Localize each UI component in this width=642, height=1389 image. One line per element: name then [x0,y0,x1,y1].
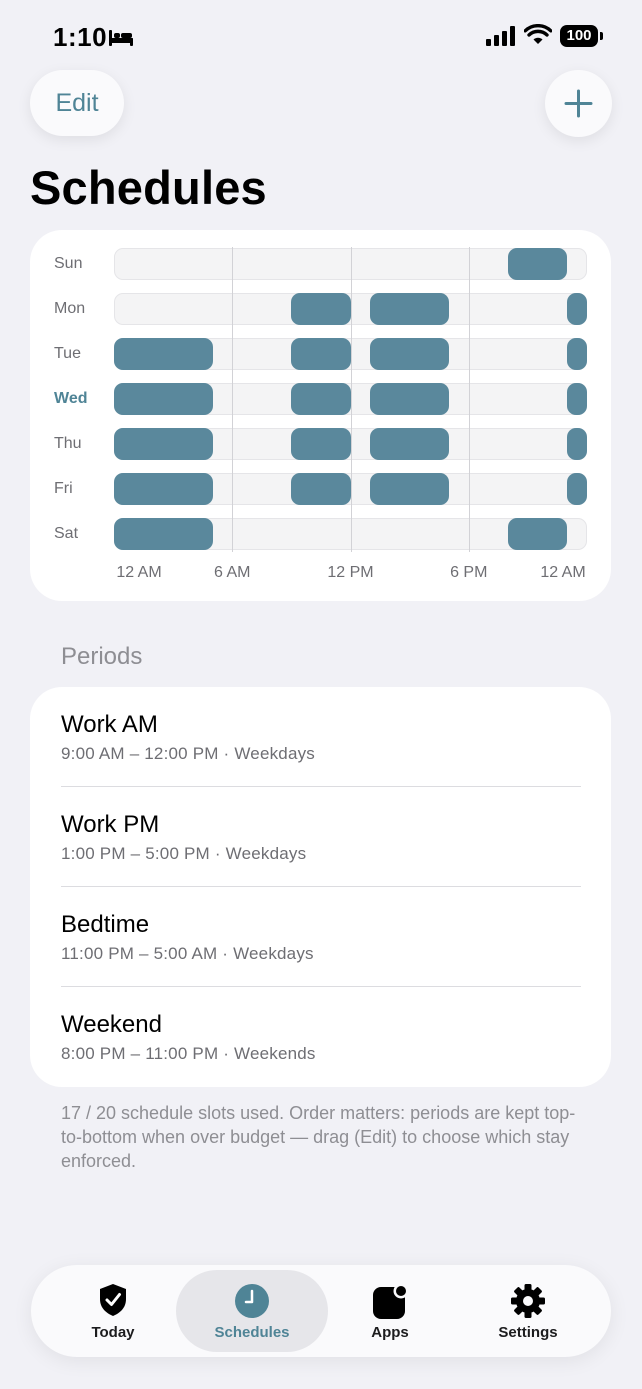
tab-apps[interactable]: Apps [320,1265,460,1357]
period-detail: 11:00 PM – 5:00 AM · Weekdays [61,944,314,963]
periods-section-title: Periods [61,643,143,670]
edit-button[interactable]: Edit [30,70,124,136]
weekly-schedule-chart: Sun Mon Tue Wed Thu Fri Sat 12 AM 6 AM 12 PM 6 PM 1… [30,230,611,601]
wifi-icon [524,24,552,44]
period-name: Work AM [61,711,158,738]
schedule-block [114,383,213,415]
battery-tip [600,32,603,40]
gridline [232,247,234,552]
schedule-block [114,518,213,550]
cellular-signal-icon [486,26,515,46]
tab-label: Apps [371,1324,409,1341]
plus-icon [564,89,593,118]
tab-schedules[interactable]: Schedules [176,1270,328,1352]
schedule-block [114,428,213,460]
schedule-block [291,293,351,325]
status-time: 1:10 [53,22,108,52]
tab-label: Today [91,1324,135,1341]
schedule-block [114,338,213,370]
add-schedule-button[interactable] [545,70,612,137]
clock-icon [235,1284,269,1318]
tab-settings[interactable]: Settings [458,1265,598,1357]
shield-check-icon [100,1284,126,1316]
schedule-block [370,428,450,460]
schedule-block [370,293,450,325]
tab-label: Settings [498,1324,558,1341]
tab-bar: Today Schedules Apps Settings [31,1265,611,1357]
day-label-sat: Sat [54,525,79,542]
tab-today[interactable]: Today [43,1265,183,1357]
schedule-block [291,338,351,370]
schedule-block [567,293,587,325]
schedule-block [370,383,450,415]
period-row-work-am[interactable]: Work AM 9:00 AM – 12:00 PM · Weekdays [30,687,611,787]
page-title: Schedules [30,161,267,214]
schedule-block [291,383,351,415]
period-detail: 9:00 AM – 12:00 PM · Weekdays [61,744,316,763]
schedule-block [508,248,568,280]
schedule-block [291,473,351,505]
day-label-thu: Thu [54,435,82,452]
period-row-bedtime[interactable]: Bedtime 11:00 PM – 5:00 AM · Weekdays [30,887,611,987]
schedule-block [370,473,450,505]
periods-list: Work AM 9:00 AM – 12:00 PM · Weekdays Wo… [30,687,611,1087]
schedule-block [370,338,450,370]
day-label-fri: Fri [54,480,73,497]
period-detail: 8:00 PM – 11:00 PM · Weekends [61,1044,316,1063]
schedule-block [567,473,587,505]
gear-icon [511,1284,545,1318]
schedule-block [567,338,587,370]
schedule-block [291,428,351,460]
day-label-tue: Tue [54,345,81,362]
status-bar: 1:10 100 [0,0,642,72]
day-label-mon: Mon [54,300,86,317]
day-label-wed: Wed [54,390,88,407]
schedule-block [508,518,568,550]
app-badge-icon [373,1283,409,1319]
schedule-block [567,428,587,460]
schedule-block [567,383,587,415]
period-name: Weekend [61,1011,162,1038]
period-name: Bedtime [61,911,150,938]
gridline [468,247,470,552]
schedule-block [114,473,213,505]
axis-label: 6 AM [214,564,251,581]
battery-indicator: 100 [560,25,598,47]
axis-label: 6 PM [450,564,488,581]
bed-icon [109,30,133,46]
axis-label: 12 PM [327,564,374,581]
period-name: Work PM [61,811,160,838]
tab-label: Schedules [214,1324,290,1341]
axis-label: 12 AM [540,564,586,581]
day-label-sun: Sun [54,255,83,272]
slots-footnote: 17 / 20 schedule slots used. Order matte… [61,1103,576,1171]
period-row-weekend[interactable]: Weekend 8:00 PM – 11:00 PM · Weekends [30,987,611,1087]
period-row-work-pm[interactable]: Work PM 1:00 PM – 5:00 PM · Weekdays [30,787,611,887]
period-detail: 1:00 PM – 5:00 PM · Weekdays [61,844,307,863]
axis-label: 12 AM [116,564,162,581]
gridline [350,247,352,552]
